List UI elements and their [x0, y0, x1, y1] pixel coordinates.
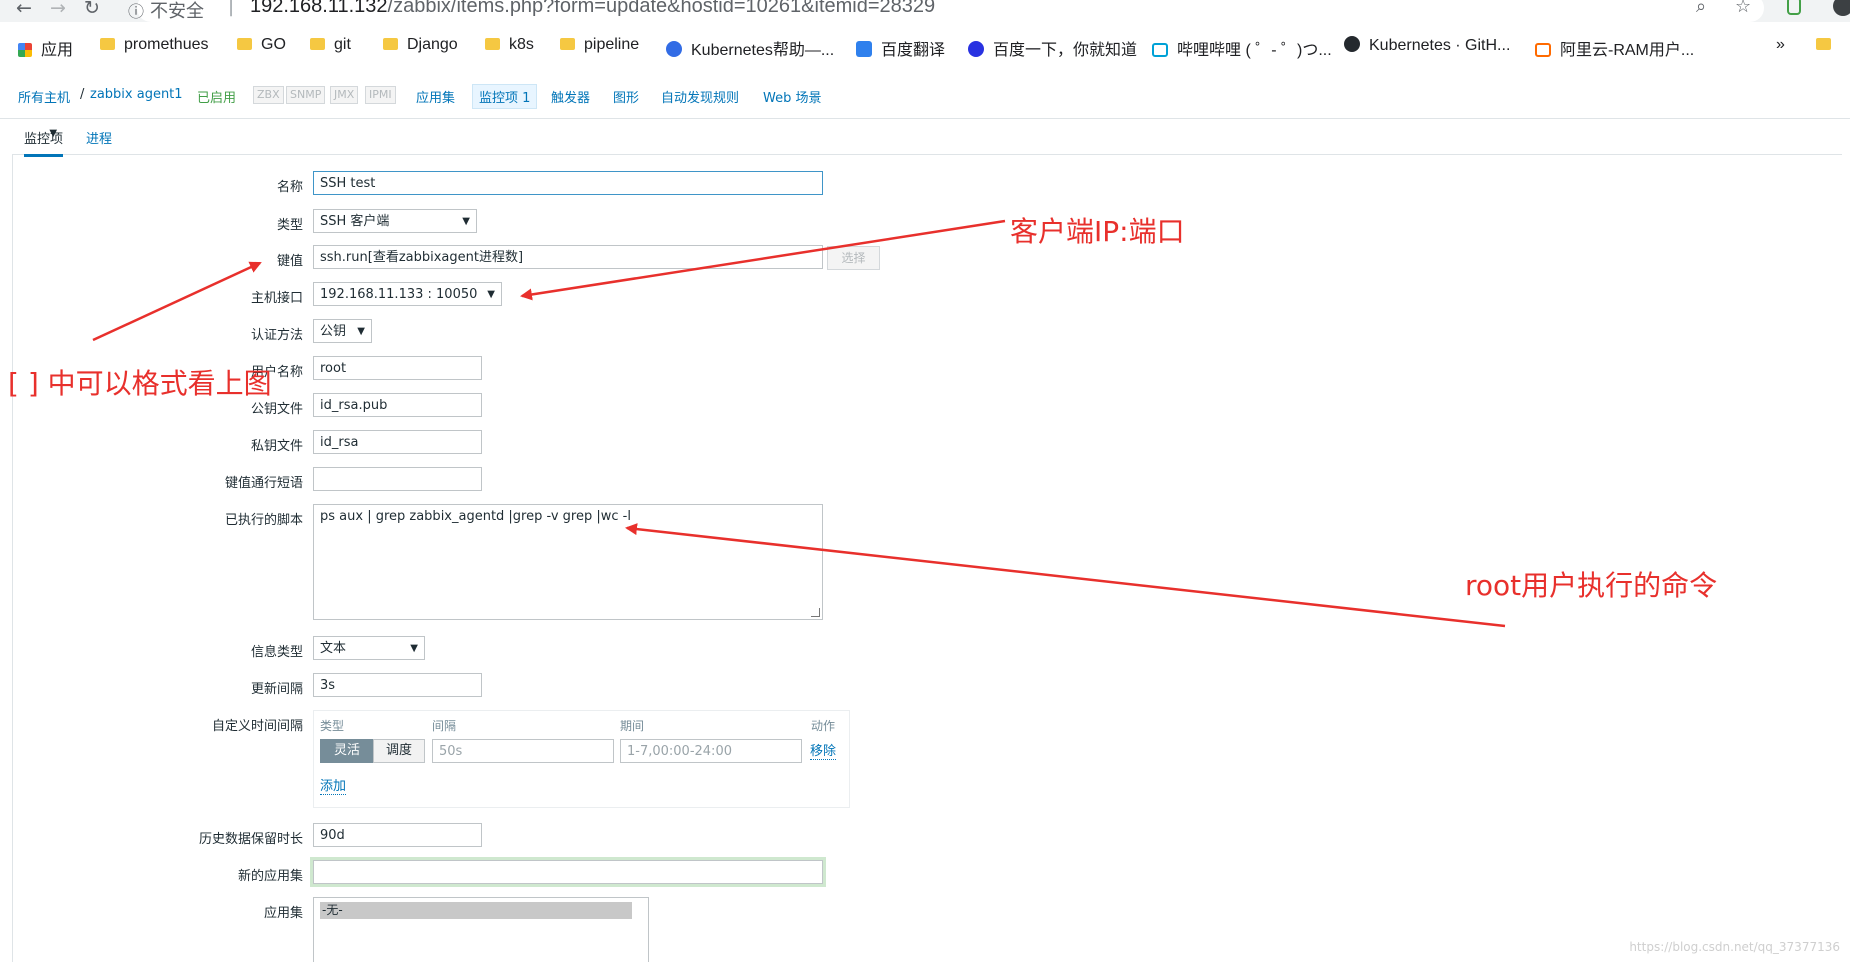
watermark: https://blog.csdn.net/qq_37377136: [1629, 940, 1840, 954]
annotation-bracket-format: [ ] 中可以格式看上图: [8, 367, 272, 400]
arrow-client-ip-port: [520, 219, 1006, 301]
arrow-root-command: [625, 523, 1506, 628]
annotation-root-command: root用户执行的命令: [1465, 569, 1718, 602]
annotation-arrows: [92, 219, 1506, 628]
arrow-bracket-format: [92, 261, 262, 342]
annotation-client-ip-port: 客户端IP:端口: [1010, 215, 1185, 248]
